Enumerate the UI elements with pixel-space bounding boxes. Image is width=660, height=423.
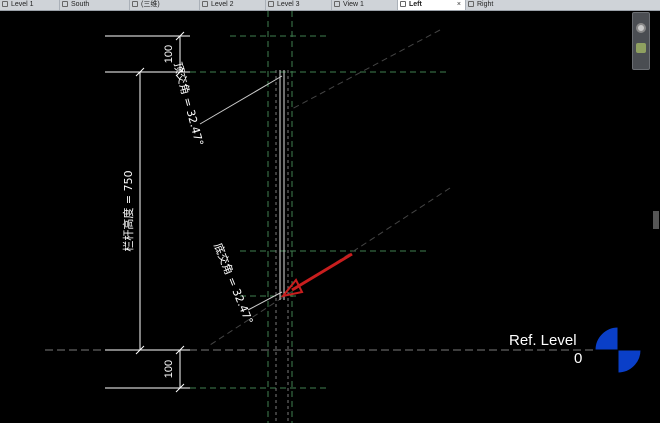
3d-view-icon — [132, 1, 138, 7]
close-tab-icon[interactable]: × — [457, 0, 461, 10]
elevation-view-icon — [62, 1, 68, 7]
level-name[interactable]: Ref. Level — [509, 332, 577, 349]
bottom-angle-label[interactable]: 底交角 = 32.47° — [211, 241, 256, 326]
tab-level-1[interactable]: Level 1 — [0, 0, 60, 10]
tab-right[interactable]: Right — [466, 0, 660, 10]
red-arrow-shaft — [291, 252, 353, 292]
rail-post[interactable] — [275, 70, 289, 423]
floor-plan-icon — [202, 1, 208, 7]
level-marker-quadrant — [618, 327, 641, 350]
top-angle-label[interactable]: 顶交角 = 32.47° — [171, 61, 207, 148]
level-elevation[interactable]: 0 — [574, 350, 582, 367]
level-marker-quadrant — [595, 350, 618, 373]
steering-wheel-icon[interactable] — [636, 23, 646, 33]
zoom-icon[interactable] — [636, 43, 646, 53]
tab-left[interactable]: Left × — [398, 0, 466, 10]
tab-south[interactable]: South — [60, 0, 130, 10]
section-view-icon — [334, 1, 340, 7]
tab-3d[interactable]: (三维) — [130, 0, 200, 10]
elevation-view-icon — [400, 1, 406, 7]
vertical-scrollbar[interactable] — [652, 11, 660, 423]
tab-level-3[interactable]: Level 3 — [266, 0, 332, 10]
floor-plan-icon — [2, 1, 8, 7]
floor-plan-icon — [268, 1, 274, 7]
tab-view-1[interactable]: View 1 — [332, 0, 398, 10]
dim-text-bottom[interactable]: 100 — [163, 360, 175, 378]
scrollbar-thumb[interactable] — [653, 211, 659, 229]
navigation-bar — [632, 12, 650, 70]
drawing-canvas[interactable]: 100 栏杆高度 = 750 100 顶交角 = 32.47° 底交角 = 32… — [0, 11, 660, 423]
top-angle-leader — [199, 75, 283, 125]
stair-pitch-line — [289, 29, 441, 111]
elevation-view-icon — [468, 1, 474, 7]
red-arrow-icon — [280, 252, 353, 298]
view-tab-bar: Level 1 South (三维) Level 2 Level 3 View … — [0, 0, 660, 11]
dim-text-top[interactable]: 100 — [163, 45, 175, 63]
level-head-marker[interactable] — [594, 326, 642, 374]
bottom-angle-leader — [247, 291, 283, 311]
tab-level-2[interactable]: Level 2 — [200, 0, 266, 10]
dim-text-rail-height[interactable]: 栏杆高度 = 750 — [121, 170, 135, 251]
